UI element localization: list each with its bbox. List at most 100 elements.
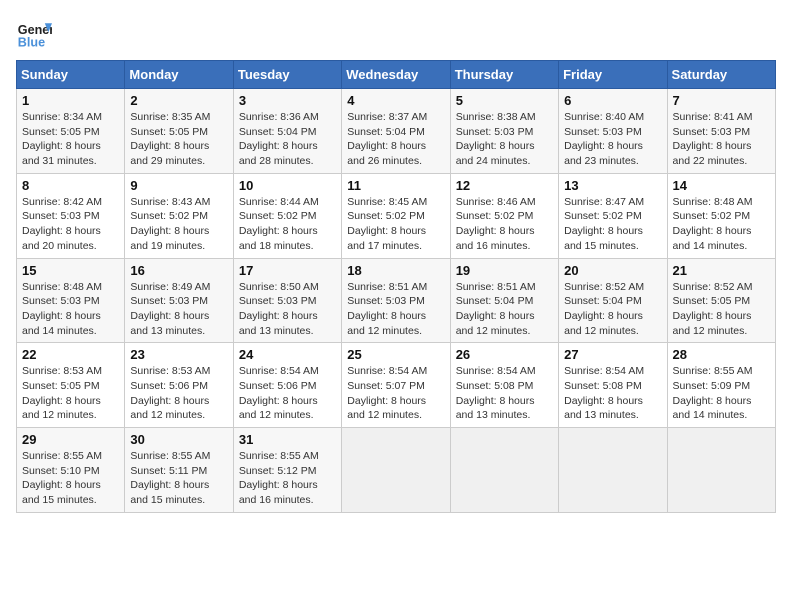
calendar-week-row: 15 Sunrise: 8:48 AM Sunset: 5:03 PM Dayl…: [17, 258, 776, 343]
calendar-cell: 7 Sunrise: 8:41 AM Sunset: 5:03 PM Dayli…: [667, 89, 775, 174]
day-number: 2: [130, 93, 227, 108]
calendar-cell: 30 Sunrise: 8:55 AM Sunset: 5:11 PM Dayl…: [125, 428, 233, 513]
day-number: 14: [673, 178, 770, 193]
calendar-week-row: 1 Sunrise: 8:34 AM Sunset: 5:05 PM Dayli…: [17, 89, 776, 174]
day-number: 21: [673, 263, 770, 278]
weekday-header-monday: Monday: [125, 61, 233, 89]
svg-text:Blue: Blue: [18, 36, 45, 50]
day-number: 20: [564, 263, 661, 278]
day-info: Sunrise: 8:42 AM Sunset: 5:03 PM Dayligh…: [22, 195, 119, 254]
calendar-cell: 23 Sunrise: 8:53 AM Sunset: 5:06 PM Dayl…: [125, 343, 233, 428]
calendar-cell: 26 Sunrise: 8:54 AM Sunset: 5:08 PM Dayl…: [450, 343, 558, 428]
calendar-cell: [559, 428, 667, 513]
calendar-week-row: 22 Sunrise: 8:53 AM Sunset: 5:05 PM Dayl…: [17, 343, 776, 428]
day-info: Sunrise: 8:40 AM Sunset: 5:03 PM Dayligh…: [564, 110, 661, 169]
calendar-week-row: 29 Sunrise: 8:55 AM Sunset: 5:10 PM Dayl…: [17, 428, 776, 513]
day-number: 25: [347, 347, 444, 362]
day-number: 6: [564, 93, 661, 108]
calendar-cell: [667, 428, 775, 513]
day-info: Sunrise: 8:55 AM Sunset: 5:10 PM Dayligh…: [22, 449, 119, 508]
day-info: Sunrise: 8:47 AM Sunset: 5:02 PM Dayligh…: [564, 195, 661, 254]
day-number: 10: [239, 178, 336, 193]
day-number: 3: [239, 93, 336, 108]
day-info: Sunrise: 8:44 AM Sunset: 5:02 PM Dayligh…: [239, 195, 336, 254]
day-number: 11: [347, 178, 444, 193]
calendar-cell: 22 Sunrise: 8:53 AM Sunset: 5:05 PM Dayl…: [17, 343, 125, 428]
day-number: 15: [22, 263, 119, 278]
day-number: 8: [22, 178, 119, 193]
weekday-header-wednesday: Wednesday: [342, 61, 450, 89]
calendar-cell: 8 Sunrise: 8:42 AM Sunset: 5:03 PM Dayli…: [17, 173, 125, 258]
day-number: 13: [564, 178, 661, 193]
day-number: 23: [130, 347, 227, 362]
logo: General Blue: [16, 16, 52, 52]
day-info: Sunrise: 8:53 AM Sunset: 5:05 PM Dayligh…: [22, 364, 119, 423]
day-info: Sunrise: 8:49 AM Sunset: 5:03 PM Dayligh…: [130, 280, 227, 339]
calendar-cell: 16 Sunrise: 8:49 AM Sunset: 5:03 PM Dayl…: [125, 258, 233, 343]
calendar-cell: 4 Sunrise: 8:37 AM Sunset: 5:04 PM Dayli…: [342, 89, 450, 174]
calendar-cell: 2 Sunrise: 8:35 AM Sunset: 5:05 PM Dayli…: [125, 89, 233, 174]
calendar-cell: 19 Sunrise: 8:51 AM Sunset: 5:04 PM Dayl…: [450, 258, 558, 343]
day-number: 9: [130, 178, 227, 193]
calendar-cell: 9 Sunrise: 8:43 AM Sunset: 5:02 PM Dayli…: [125, 173, 233, 258]
calendar-table: SundayMondayTuesdayWednesdayThursdayFrid…: [16, 60, 776, 513]
weekday-header-friday: Friday: [559, 61, 667, 89]
weekday-header-sunday: Sunday: [17, 61, 125, 89]
calendar-cell: 29 Sunrise: 8:55 AM Sunset: 5:10 PM Dayl…: [17, 428, 125, 513]
logo-icon: General Blue: [16, 16, 52, 52]
day-info: Sunrise: 8:51 AM Sunset: 5:03 PM Dayligh…: [347, 280, 444, 339]
calendar-cell: 1 Sunrise: 8:34 AM Sunset: 5:05 PM Dayli…: [17, 89, 125, 174]
calendar-cell: 12 Sunrise: 8:46 AM Sunset: 5:02 PM Dayl…: [450, 173, 558, 258]
day-info: Sunrise: 8:55 AM Sunset: 5:09 PM Dayligh…: [673, 364, 770, 423]
day-info: Sunrise: 8:36 AM Sunset: 5:04 PM Dayligh…: [239, 110, 336, 169]
day-number: 28: [673, 347, 770, 362]
calendar-cell: 21 Sunrise: 8:52 AM Sunset: 5:05 PM Dayl…: [667, 258, 775, 343]
day-number: 18: [347, 263, 444, 278]
day-info: Sunrise: 8:37 AM Sunset: 5:04 PM Dayligh…: [347, 110, 444, 169]
day-number: 4: [347, 93, 444, 108]
day-info: Sunrise: 8:46 AM Sunset: 5:02 PM Dayligh…: [456, 195, 553, 254]
day-info: Sunrise: 8:48 AM Sunset: 5:03 PM Dayligh…: [22, 280, 119, 339]
weekday-header-saturday: Saturday: [667, 61, 775, 89]
calendar-header-row: SundayMondayTuesdayWednesdayThursdayFrid…: [17, 61, 776, 89]
day-info: Sunrise: 8:50 AM Sunset: 5:03 PM Dayligh…: [239, 280, 336, 339]
day-info: Sunrise: 8:55 AM Sunset: 5:12 PM Dayligh…: [239, 449, 336, 508]
calendar-cell: 14 Sunrise: 8:48 AM Sunset: 5:02 PM Dayl…: [667, 173, 775, 258]
day-number: 17: [239, 263, 336, 278]
weekday-header-thursday: Thursday: [450, 61, 558, 89]
day-number: 22: [22, 347, 119, 362]
day-number: 30: [130, 432, 227, 447]
day-number: 16: [130, 263, 227, 278]
day-number: 26: [456, 347, 553, 362]
day-info: Sunrise: 8:54 AM Sunset: 5:08 PM Dayligh…: [456, 364, 553, 423]
calendar-cell: 3 Sunrise: 8:36 AM Sunset: 5:04 PM Dayli…: [233, 89, 341, 174]
calendar-cell: 10 Sunrise: 8:44 AM Sunset: 5:02 PM Dayl…: [233, 173, 341, 258]
calendar-cell: 20 Sunrise: 8:52 AM Sunset: 5:04 PM Dayl…: [559, 258, 667, 343]
day-number: 12: [456, 178, 553, 193]
day-info: Sunrise: 8:54 AM Sunset: 5:08 PM Dayligh…: [564, 364, 661, 423]
calendar-cell: 13 Sunrise: 8:47 AM Sunset: 5:02 PM Dayl…: [559, 173, 667, 258]
day-number: 5: [456, 93, 553, 108]
calendar-cell: 31 Sunrise: 8:55 AM Sunset: 5:12 PM Dayl…: [233, 428, 341, 513]
calendar-cell: 6 Sunrise: 8:40 AM Sunset: 5:03 PM Dayli…: [559, 89, 667, 174]
day-info: Sunrise: 8:38 AM Sunset: 5:03 PM Dayligh…: [456, 110, 553, 169]
day-info: Sunrise: 8:35 AM Sunset: 5:05 PM Dayligh…: [130, 110, 227, 169]
day-info: Sunrise: 8:53 AM Sunset: 5:06 PM Dayligh…: [130, 364, 227, 423]
calendar-cell: [342, 428, 450, 513]
day-info: Sunrise: 8:54 AM Sunset: 5:06 PM Dayligh…: [239, 364, 336, 423]
day-number: 7: [673, 93, 770, 108]
calendar-cell: 25 Sunrise: 8:54 AM Sunset: 5:07 PM Dayl…: [342, 343, 450, 428]
day-info: Sunrise: 8:55 AM Sunset: 5:11 PM Dayligh…: [130, 449, 227, 508]
day-number: 31: [239, 432, 336, 447]
calendar-cell: 11 Sunrise: 8:45 AM Sunset: 5:02 PM Dayl…: [342, 173, 450, 258]
day-number: 24: [239, 347, 336, 362]
day-info: Sunrise: 8:48 AM Sunset: 5:02 PM Dayligh…: [673, 195, 770, 254]
calendar-cell: 15 Sunrise: 8:48 AM Sunset: 5:03 PM Dayl…: [17, 258, 125, 343]
calendar-cell: 24 Sunrise: 8:54 AM Sunset: 5:06 PM Dayl…: [233, 343, 341, 428]
page-header: General Blue: [16, 16, 776, 52]
day-number: 19: [456, 263, 553, 278]
calendar-cell: [450, 428, 558, 513]
calendar-cell: 17 Sunrise: 8:50 AM Sunset: 5:03 PM Dayl…: [233, 258, 341, 343]
day-number: 1: [22, 93, 119, 108]
day-info: Sunrise: 8:52 AM Sunset: 5:05 PM Dayligh…: [673, 280, 770, 339]
